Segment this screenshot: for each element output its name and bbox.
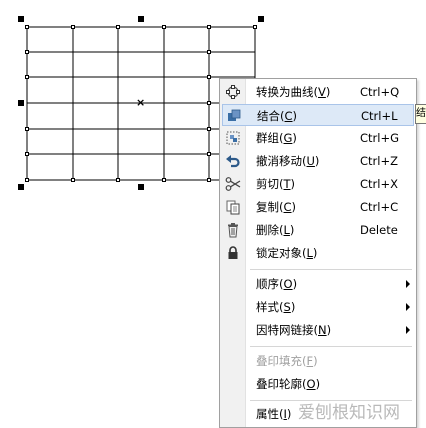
menu-item-undo-move[interactable]: 撤消移动(U) Ctrl+Z [222,150,414,172]
menu-item-convert-to-curves[interactable]: 转换为曲线(V) Ctrl+Q [222,81,414,103]
menu-separator [250,269,412,270]
menu-separator [250,346,412,347]
shortcut: Ctrl+L [361,109,398,123]
handle-middle-left[interactable] [18,100,24,106]
menu-item-lock-object[interactable]: 锁定对象(L) [222,242,414,264]
menu-item-copy[interactable]: 复制(C) Ctrl+C [222,196,414,218]
lock-icon [228,246,238,259]
center-x-mark: × [136,96,146,109]
node [162,25,166,29]
undo-icon [226,155,240,168]
combine-icon [228,109,241,121]
node [25,75,29,79]
menu-item-overprint-fill: 叠印填充(F) [256,354,318,368]
scissors-icon [225,177,241,191]
shortcut: Ctrl+Z [360,154,398,168]
node [25,127,29,131]
menu-item-combine[interactable]: 结合(C) Ctrl+L [222,104,414,126]
node [71,25,75,29]
submenu-arrow-icon [406,280,410,288]
node [207,152,211,156]
menu-item-cut[interactable]: 剪切(T) Ctrl+X [222,173,414,195]
shortcut: Ctrl+X [360,177,398,191]
shortcut: Ctrl+C [360,200,399,214]
handle-top-right[interactable] [258,16,264,22]
menu-item-delete[interactable]: 删除(L) Delete [222,219,414,241]
shortcut: Ctrl+Q [360,85,400,99]
node [25,152,29,156]
node [207,25,211,29]
shortcut: Delete [360,223,398,237]
menu-item-internet-link[interactable]: 因特网链接(N) [222,319,414,341]
shortcut: Ctrl+G [360,131,400,145]
menu-item-order[interactable]: 顺序(O) [222,273,414,295]
node [25,25,29,29]
submenu-arrow-icon [406,303,410,311]
node [207,101,211,105]
menu-item-style[interactable]: 样式(S) [222,296,414,318]
group-icon [226,131,240,145]
handle-top-center[interactable] [138,16,144,22]
node [207,178,211,182]
handle-bottom-center[interactable] [138,184,144,190]
tooltip: 结 [415,104,426,124]
menu-item-group[interactable]: 群组(G) Ctrl+G [222,127,414,149]
node [71,178,75,182]
node [116,25,120,29]
menu-item-overprint-outline[interactable]: 叠印轮廓(O) [222,373,414,395]
node [207,50,211,54]
trash-icon [228,223,238,238]
node [162,178,166,182]
convert-curve-icon [226,85,240,99]
copy-icon [226,200,240,215]
node [25,50,29,54]
node [207,75,211,79]
context-menu: 转换为曲线(V) Ctrl+Q 结合(C) Ctrl+L 群组(G) Ctrl+… [219,78,417,428]
watermark-text: 爱刨根知识网 [298,403,400,423]
node [253,25,257,29]
node [207,127,211,131]
node [25,178,29,182]
node [116,178,120,182]
submenu-arrow-icon [406,326,410,334]
handle-top-left[interactable] [18,16,24,22]
handle-bottom-left[interactable] [18,184,24,190]
